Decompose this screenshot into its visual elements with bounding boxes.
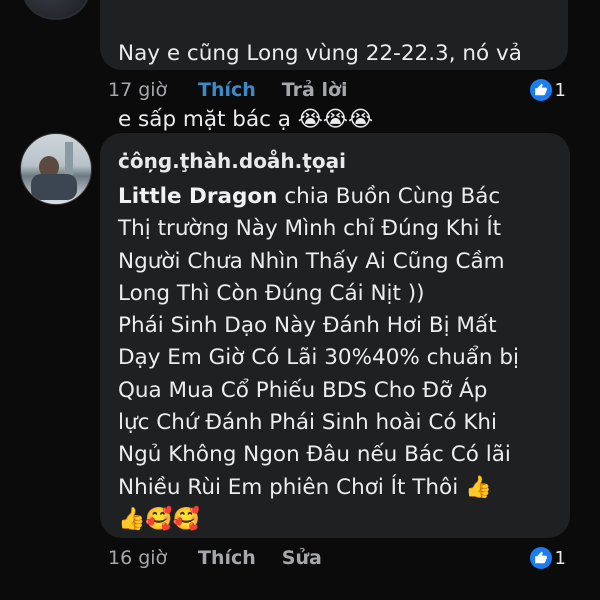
comment-author[interactable]: ċôņɡ.ţhàh.doåh.ţọại <box>118 149 346 173</box>
comment-line: Thị trường Này Mình chỉ Đúng Khi Ít <box>118 216 502 242</box>
reaction-count: 1 <box>554 79 566 101</box>
like-button[interactable]: Thích <box>198 79 256 101</box>
comment-line: 👍🥰🥰 <box>118 506 201 532</box>
comment-line: Dạy Em Giờ Có Lãi 30%40% chuẩn bị <box>118 345 519 371</box>
comment-bubble: ċôņɡ.ţhàh.doåh.ţọại Little Dragon chia B… <box>100 133 570 538</box>
comment-line: Long Thì Còn Đúng Cái Nịt )) <box>118 280 425 306</box>
comment-line: Phái Sinh Dạo Này Đánh Hơi Bị Mất <box>118 313 497 339</box>
comment-line: lực Chứ Đánh Phái Sinh hoài Có Khi <box>118 410 498 436</box>
avatar[interactable] <box>22 0 90 20</box>
reply-button[interactable]: Trả lời <box>282 79 348 101</box>
comment-line: Nay e cũng Long vùng 22-22.3, nó vả <box>118 41 522 66</box>
comment-line: Little Dragon chia Buồn Cùng Bác <box>118 184 501 209</box>
edit-button[interactable]: Sửa <box>282 547 322 569</box>
like-button[interactable]: Thích <box>198 547 256 569</box>
reaction-count: 1 <box>554 547 566 569</box>
avatar[interactable] <box>20 133 92 205</box>
comment-line: Người Chưa Nhìn Thấy Ai Cũng Cầm <box>118 248 505 274</box>
mention-tag[interactable]: Little Dragon <box>118 184 278 209</box>
thumbs-up-icon <box>529 547 552 569</box>
reaction-summary[interactable]: 1 <box>529 543 566 573</box>
comment-text: Little Dragon chia Buồn Cùng Bác Thị trư… <box>118 181 560 536</box>
reaction-summary[interactable]: 1 <box>529 75 566 105</box>
comment-line: Ngủ Không Ngon Đâu nếu Bác Có lãi <box>118 442 511 468</box>
comment-actions: 16 giờ Thích Sửa <box>108 543 322 573</box>
comment-timestamp: 16 giờ <box>108 547 168 569</box>
comment-timestamp: 17 giờ <box>108 79 168 101</box>
comment-line: Nhiều Rùi Em phiên Chơi Ít Thôi 👍 <box>118 474 492 500</box>
thumbs-up-icon <box>529 79 552 101</box>
comment-bubble: Nay e cũng Long vùng 22-22.3, nó vả e sấ… <box>100 0 568 132</box>
comment-actions: 17 giờ Thích Trả lời <box>108 75 348 105</box>
comment-line: Qua Mua Cổ Phiếu BDS Cho Đỡ Áp <box>118 377 488 403</box>
comment-line: e sấp mặt bác ạ 😭😭😭 <box>118 107 374 132</box>
